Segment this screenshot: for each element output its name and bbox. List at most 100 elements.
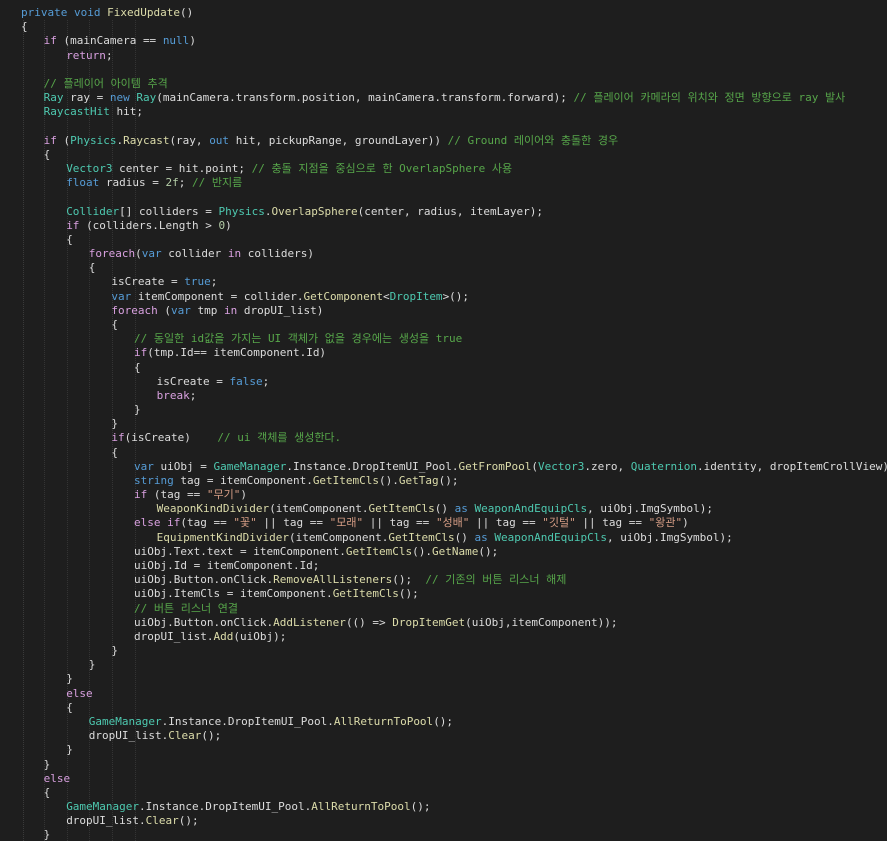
- code-line[interactable]: uiObj.Text.text = itemComponent.GetItemC…: [134, 545, 498, 559]
- code-token: // ui 객체를 생성한다.: [217, 431, 342, 445]
- code-token: // 플레이어 카메라의 위치와 정면 방향으로 ray 발사: [573, 91, 846, 105]
- code-token: || tag ==: [256, 516, 330, 530]
- code-token: Quaternion: [630, 459, 697, 473]
- code-token: GetItemCls: [388, 530, 455, 544]
- code-line[interactable]: dropUI_list.Clear();: [66, 814, 198, 828]
- code-line[interactable]: {: [89, 261, 96, 275]
- code-line[interactable]: }: [111, 644, 118, 658]
- code-line[interactable]: if (tag == "무기"): [134, 488, 247, 502]
- code-token: RaycastHit: [43, 105, 117, 119]
- code-token: {: [134, 360, 141, 374]
- code-line[interactable]: }: [44, 758, 51, 772]
- code-line[interactable]: {: [111, 318, 118, 332]
- code-line[interactable]: isCreate = false;: [157, 375, 270, 389]
- code-line[interactable]: else: [44, 772, 71, 786]
- code-line[interactable]: else: [66, 687, 93, 701]
- code-line[interactable]: }: [66, 743, 73, 757]
- code-line[interactable]: Ray ray = new Ray(mainCamera.transform.p…: [44, 91, 846, 105]
- code-token: (): [434, 502, 455, 516]
- code-token: return: [66, 48, 106, 62]
- code-token: (: [164, 303, 171, 317]
- code-line[interactable]: {: [66, 701, 73, 715]
- code-line[interactable]: WeaponKindDivider(itemComponent.GetItemC…: [157, 502, 713, 516]
- code-line[interactable]: float radius = 2f; // 반지름: [66, 176, 242, 190]
- code-line[interactable]: // 플레이어 아이템 추격: [44, 77, 168, 91]
- code-line[interactable]: if (Physics.Raycast(ray, out hit, pickup…: [44, 134, 619, 148]
- code-token: // 반지름: [192, 176, 243, 190]
- code-token: Add: [213, 629, 234, 643]
- code-token: DropItemGet: [392, 615, 466, 629]
- code-line[interactable]: isCreate = true;: [111, 275, 217, 289]
- code-token: ): [225, 218, 232, 232]
- code-line[interactable]: {: [21, 20, 28, 34]
- code-line[interactable]: {: [44, 786, 51, 800]
- code-line[interactable]: RaycastHit hit;: [44, 105, 143, 119]
- code-line[interactable]: }: [44, 828, 51, 841]
- code-line[interactable]: Vector3 center = hit.point; // 충돌 지점을 중심…: [66, 162, 512, 176]
- code-token: ): [682, 516, 689, 530]
- code-token: GetComponent: [303, 289, 383, 303]
- code-token: {: [66, 232, 73, 246]
- code-token: void: [73, 6, 108, 19]
- code-line[interactable]: uiObj.Id = itemComponent.Id;: [134, 559, 319, 573]
- code-token: (tmp.Id== itemComponent.Id): [147, 346, 327, 360]
- code-line[interactable]: return;: [66, 49, 112, 63]
- code-line[interactable]: }: [89, 658, 96, 672]
- code-token: ().: [412, 544, 433, 558]
- code-line[interactable]: foreach(var collider in colliders): [89, 247, 314, 261]
- code-line[interactable]: private void FixedUpdate(): [21, 6, 193, 20]
- code-line[interactable]: if(tmp.Id== itemComponent.Id): [134, 346, 326, 360]
- code-token: .: [264, 204, 272, 218]
- code-token: (ray,: [169, 133, 210, 147]
- code-line[interactable]: {: [44, 148, 51, 162]
- code-token: var: [141, 247, 169, 261]
- code-token: {: [66, 700, 73, 714]
- code-token: ();: [392, 573, 426, 587]
- code-token: GetTag: [398, 473, 439, 487]
- code-token: }: [43, 828, 51, 841]
- code-line[interactable]: else if(tag == "꽃" || tag == "모래" || tag…: [134, 516, 689, 530]
- code-token: (mainCamera.transform.position, mainCame…: [156, 91, 574, 105]
- code-line[interactable]: var uiObj = GameManager.Instance.DropIte…: [134, 460, 887, 474]
- code-line[interactable]: {: [66, 233, 73, 247]
- code-line[interactable]: }: [66, 672, 73, 686]
- code-token: Ray: [43, 91, 71, 105]
- code-line[interactable]: dropUI_list.Add(uiObj);: [134, 630, 286, 644]
- code-line[interactable]: if(isCreate) // ui 객체를 생성한다.: [111, 431, 341, 445]
- code-token: ;: [105, 48, 113, 62]
- code-token: hit;: [116, 105, 143, 119]
- code-token: GameManager: [66, 800, 140, 814]
- code-line[interactable]: string tag = itemComponent.GetItemCls().…: [134, 474, 459, 488]
- code-token: ray =: [70, 91, 110, 105]
- code-line[interactable]: }: [111, 417, 118, 431]
- code-line[interactable]: foreach (var tmp in dropUI_list): [111, 304, 323, 318]
- code-token: null: [162, 34, 190, 48]
- code-line[interactable]: EquipmentKindDivider(itemComponent.GetIt…: [157, 531, 733, 545]
- code-line[interactable]: // 동일한 id값을 가지는 UI 객체가 없을 경우에는 생성을 true: [134, 332, 462, 346]
- code-token: // 기존의 버튼 리스너 해제: [425, 573, 567, 587]
- code-line[interactable]: }: [134, 403, 141, 417]
- code-line[interactable]: if (mainCamera == null): [44, 34, 196, 48]
- code-line[interactable]: GameManager.Instance.DropItemUI_Pool.All…: [66, 800, 430, 814]
- code-line[interactable]: var itemComponent = collider.GetComponen…: [111, 290, 469, 304]
- code-line[interactable]: {: [111, 446, 118, 460]
- code-line[interactable]: Collider[] colliders = Physics.OverlapSp…: [66, 205, 543, 219]
- code-line[interactable]: break;: [157, 389, 197, 403]
- code-token: ();: [398, 587, 419, 601]
- code-line[interactable]: {: [134, 361, 141, 375]
- code-token: // 플레이어 아이템 추격: [43, 76, 168, 90]
- code-token: uiObj =: [160, 459, 214, 473]
- code-token: ();: [438, 473, 459, 487]
- code-line[interactable]: dropUI_list.Clear();: [89, 729, 221, 743]
- code-token: >();: [442, 289, 470, 303]
- code-line[interactable]: // 버튼 리스너 연결: [134, 602, 238, 616]
- code-editor[interactable]: private void FixedUpdate(){if (mainCamer…: [0, 0, 887, 841]
- code-token: RemoveAllListeners: [273, 573, 393, 587]
- code-token: Vector3: [66, 161, 120, 175]
- code-line[interactable]: GameManager.Instance.DropItemUI_Pool.All…: [89, 715, 453, 729]
- code-line[interactable]: uiObj.Button.onClick.AddListener(() => D…: [134, 616, 617, 630]
- code-line[interactable]: uiObj.ItemCls = itemComponent.GetItemCls…: [134, 587, 419, 601]
- code-line[interactable]: uiObj.Button.onClick.RemoveAllListeners(…: [134, 573, 566, 587]
- code-token: // 충돌 지점을 중심으로 한 OverlapSphere 사용: [251, 161, 513, 175]
- code-line[interactable]: if (colliders.Length > 0): [66, 219, 232, 233]
